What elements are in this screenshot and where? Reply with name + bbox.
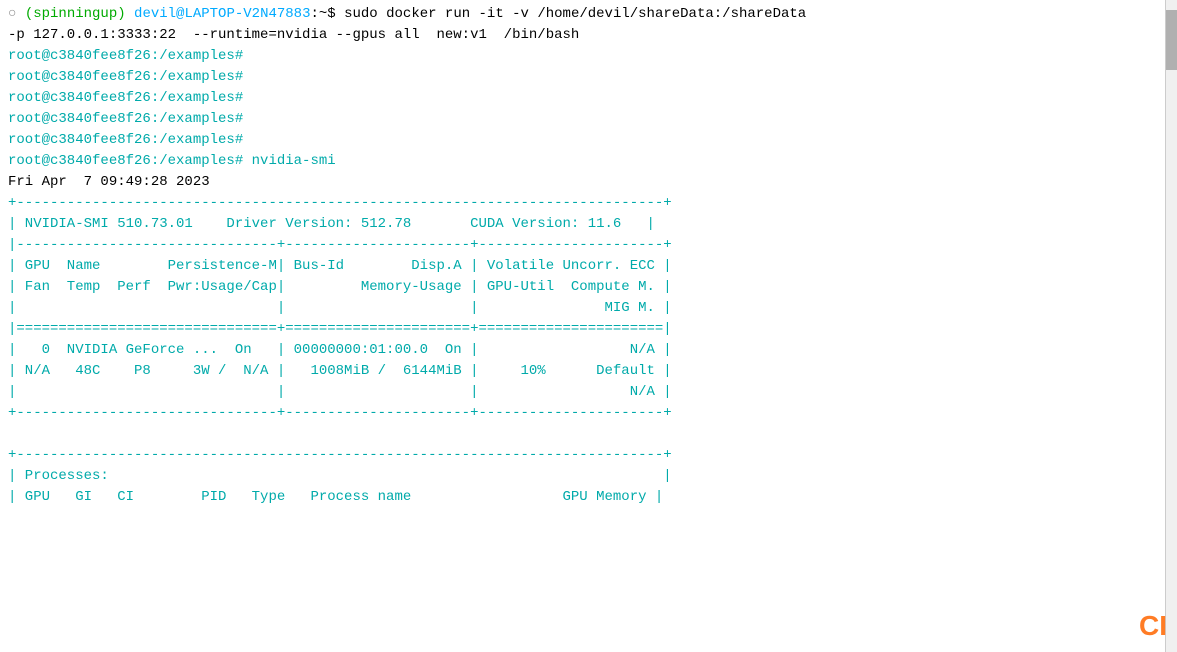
root-prompt-3: root@c3840fee8f26:/examples# — [8, 90, 243, 106]
prompt-user: (spinningup) — [25, 6, 126, 22]
scrollbar-thumb[interactable] — [1166, 10, 1177, 70]
root-prompt-nvidia: root@c3840fee8f26:/examples# nvidia-smi — [8, 153, 336, 169]
scrollbar[interactable] — [1165, 0, 1177, 652]
date-line: Fri Apr 7 09:49:28 2023 — [8, 174, 210, 190]
root-prompt-5: root@c3840fee8f26:/examples# — [8, 132, 243, 148]
prompt-hostname: devil@LAPTOP-V2N47883 — [134, 6, 310, 22]
root-prompt-2: root@c3840fee8f26:/examples# — [8, 69, 243, 85]
prompt-path: :~$ — [310, 6, 335, 22]
root-prompt-1: root@c3840fee8f26:/examples# — [8, 48, 243, 64]
watermark: CI — [1139, 610, 1167, 642]
processes-section: +---------------------------------------… — [8, 447, 672, 505]
terminal-content: ○ (spinningup) devil@LAPTOP-V2N47883:~$ … — [0, 0, 1177, 512]
nvidia-smi-table: +---------------------------------------… — [8, 195, 672, 421]
command-continuation: -p 127.0.0.1:3333:22 --runtime=nvidia --… — [8, 27, 579, 43]
root-prompt-4: root@c3840fee8f26:/examples# — [8, 111, 243, 127]
terminal-output: ○ (spinningup) devil@LAPTOP-V2N47883:~$ … — [8, 4, 1157, 508]
prompt-circle: ○ — [8, 6, 16, 22]
prompt-command: sudo docker run -it -v /home/devil/share… — [336, 6, 806, 22]
terminal-window: ○ (spinningup) devil@LAPTOP-V2N47883:~$ … — [0, 0, 1177, 652]
